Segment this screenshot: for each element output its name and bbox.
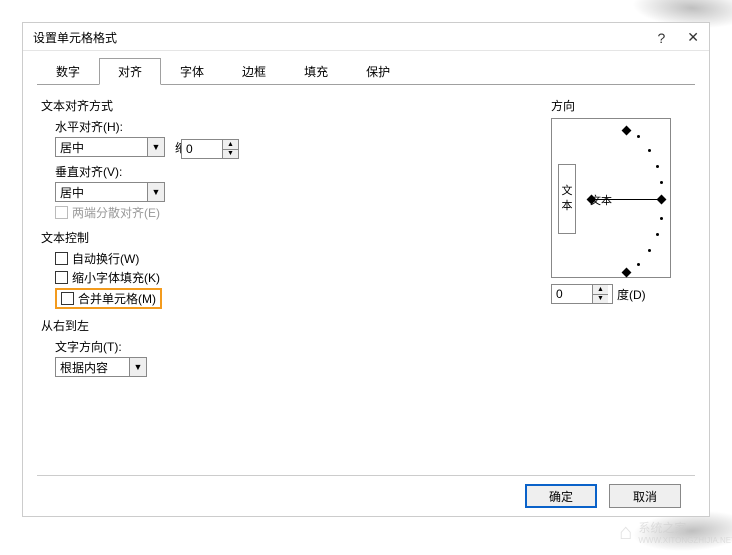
- help-button[interactable]: ?: [657, 30, 665, 46]
- spin-up-icon[interactable]: ▲: [223, 140, 238, 150]
- house-icon: ⌂: [619, 519, 632, 545]
- rtl-section: 从右到左: [41, 317, 531, 334]
- spin-up-icon[interactable]: ▲: [593, 285, 608, 295]
- tab-protection[interactable]: 保护: [347, 58, 409, 85]
- tab-font[interactable]: 字体: [161, 58, 223, 85]
- orientation-section: 方向: [551, 97, 691, 114]
- orientation-box: 文 本: [551, 118, 671, 278]
- close-button[interactable]: ✕: [687, 29, 699, 46]
- wrap-text-checkbox[interactable]: [55, 252, 68, 265]
- watermark-url: WWW.XITONGZHIJIA.NET: [638, 536, 732, 545]
- text-direction-select[interactable]: 根据内容 ▼: [55, 357, 147, 377]
- chevron-down-icon: ▼: [129, 358, 146, 376]
- tab-strip: 数字 对齐 字体 边框 填充 保护: [37, 57, 695, 85]
- wrap-text-label: 自动换行(W): [72, 250, 139, 267]
- merge-cells-label: 合并单元格(M): [78, 290, 156, 307]
- vertical-align-value: 居中: [60, 184, 84, 201]
- tab-fill[interactable]: 填充: [285, 58, 347, 85]
- watermark: ⌂ 系统之家 WWW.XITONGZHIJIA.NET: [619, 519, 732, 545]
- horizontal-align-select[interactable]: 居中 ▼: [55, 137, 165, 157]
- orientation-degree-spinner[interactable]: ▲ ▼: [551, 284, 613, 304]
- text-align-section: 文本对齐方式: [41, 97, 531, 114]
- spin-down-icon[interactable]: ▼: [223, 150, 238, 159]
- cancel-button[interactable]: 取消: [609, 484, 681, 508]
- chevron-down-icon: ▼: [147, 138, 164, 156]
- spin-down-icon[interactable]: ▼: [593, 295, 608, 304]
- indent-input[interactable]: [182, 140, 222, 158]
- justify-distributed-checkbox: [55, 206, 68, 219]
- merge-cells-highlight: 合并单元格(M): [55, 288, 162, 309]
- tab-border[interactable]: 边框: [223, 58, 285, 85]
- vertical-align-label: 垂直对齐(V):: [55, 163, 531, 180]
- text-direction-label: 文字方向(T):: [55, 338, 531, 355]
- chevron-down-icon: ▼: [147, 183, 164, 201]
- tab-number[interactable]: 数字: [37, 58, 99, 85]
- titlebar: 设置单元格格式 ? ✕: [23, 23, 709, 51]
- watermark-site: 系统之家: [638, 519, 732, 536]
- justify-distributed-label: 两端分散对齐(E): [72, 204, 160, 221]
- shrink-fit-checkbox[interactable]: [55, 271, 68, 284]
- tab-alignment[interactable]: 对齐: [99, 58, 161, 85]
- horizontal-align-value: 居中: [60, 139, 84, 156]
- orientation-degree-input[interactable]: [552, 285, 592, 303]
- text-direction-value: 根据内容: [60, 359, 108, 376]
- ok-button[interactable]: 确定: [525, 484, 597, 508]
- dialog-title: 设置单元格格式: [33, 29, 117, 46]
- vertical-align-select[interactable]: 居中 ▼: [55, 182, 165, 202]
- orientation-vertical-text[interactable]: 文 本: [558, 164, 576, 234]
- shrink-fit-label: 缩小字体填充(K): [72, 269, 160, 286]
- indent-spinner[interactable]: ▲ ▼: [181, 139, 239, 159]
- horizontal-align-label: 水平对齐(H):: [55, 118, 531, 135]
- orientation-dial-text: 文本: [590, 192, 612, 208]
- orientation-degree-label: 度(D): [617, 286, 646, 303]
- text-control-section: 文本控制: [41, 229, 531, 246]
- merge-cells-checkbox[interactable]: [61, 292, 74, 305]
